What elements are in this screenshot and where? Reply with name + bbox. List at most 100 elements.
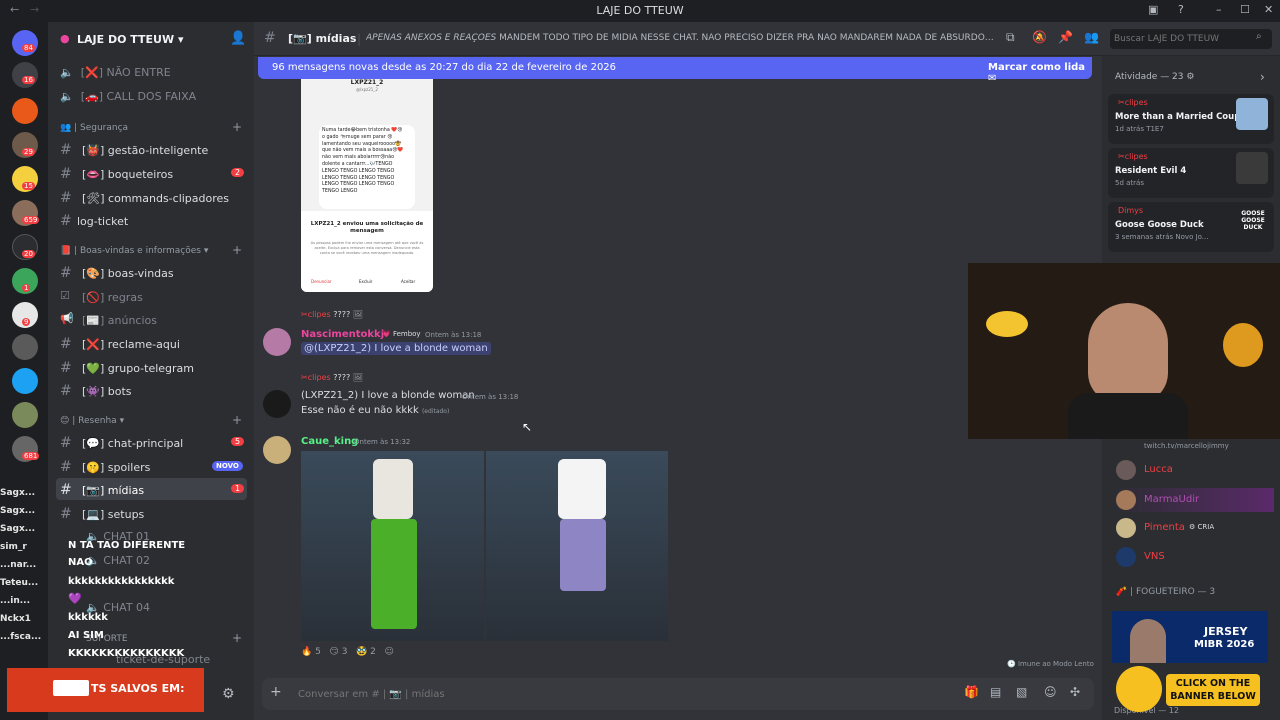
chevron-right-icon[interactable]: › — [1260, 70, 1265, 84]
hash-icon: # — [60, 336, 72, 352]
help-icon[interactable]: ? — [1178, 3, 1184, 16]
channel-topic[interactable]: APENAS ANEXOS E REAÇÕES MANDEM TODO TIPO… — [366, 33, 994, 43]
threads-icon[interactable]: ⧉ — [1006, 30, 1015, 45]
reply-preview[interactable]: ✂clipes ???? 🖼 — [301, 373, 363, 382]
figure-shorts — [560, 519, 606, 591]
overlay-logo — [53, 680, 89, 696]
member-name[interactable]: VNS — [1144, 551, 1165, 562]
phone-line: LENGO TENGO LENGO TENGO — [322, 168, 395, 174]
add-channel-icon[interactable]: + — [232, 631, 242, 645]
click-banner-ad[interactable]: CLICK ON THE BANNER BELOW — [1166, 674, 1260, 706]
message-composer[interactable]: + 🎁 ▤ ▧ ☺ ✣ — [262, 678, 1094, 710]
add-friend-icon[interactable]: 👤 — [230, 31, 246, 46]
server-icon[interactable] — [12, 368, 38, 394]
attach-plus-icon[interactable]: + — [270, 684, 282, 700]
new-messages-banner[interactable]: 96 mensagens novas desde as 20:27 do dia… — [258, 57, 1092, 84]
inbox-icon[interactable]: ▣ — [1148, 3, 1158, 16]
member-list-icon[interactable]: 👥 — [1084, 30, 1099, 44]
member-name[interactable]: Pimenta — [1144, 522, 1185, 533]
reply-preview[interactable]: ✂clipes ???? 🖼 — [301, 310, 363, 319]
message-author[interactable]: Caue_king — [301, 436, 358, 447]
emoji-icon[interactable]: ☺ — [1044, 685, 1057, 699]
server-icon[interactable] — [12, 98, 38, 124]
avatar[interactable] — [1116, 460, 1136, 480]
window-title: LAJE DO TTEUW — [596, 4, 684, 17]
server-icon[interactable] — [12, 62, 38, 88]
slowmode-notice: 🕒 Imune ao Modo Lento — [1007, 660, 1094, 668]
stream-overlay-banner: TS SALVOS EM: — [7, 668, 204, 712]
avatar[interactable] — [1116, 490, 1136, 510]
avatar[interactable] — [263, 328, 291, 356]
activity-card[interactable]: Dimys Goose Goose Duck 3 semanas atrás N… — [1108, 202, 1274, 252]
ad-line: BANNER BELOW — [1170, 691, 1256, 702]
title-bar: ← → LAJE DO TTEUW ▣ ? – ☐ ✕ — [0, 0, 1280, 22]
add-channel-icon[interactable]: + — [232, 413, 242, 427]
reaction-emoji-icon[interactable]: 🥸 — [356, 647, 367, 657]
server-icon[interactable] — [12, 334, 38, 360]
speaker-icon: 🔈 — [60, 90, 74, 103]
category-seguranca[interactable]: 👥 | Segurança — [60, 123, 128, 133]
avatar[interactable] — [1116, 547, 1136, 567]
chat-username: ...nar... — [0, 560, 37, 570]
search-box[interactable]: ⌕ — [1110, 29, 1272, 49]
channel-label: [👄] boqueteiros — [82, 168, 174, 181]
voice-channel-nao-entre[interactable]: 🔈 [❌] NÃO ENTRE — [60, 66, 171, 79]
activity-card[interactable]: ✂clipes Resident Evil 4 5d atrás — [1108, 148, 1274, 198]
reaction-fire-icon[interactable]: 🔥 — [301, 647, 312, 657]
search-input[interactable] — [1114, 31, 1250, 47]
image-attachment-green-pants[interactable] — [301, 451, 484, 641]
mute-icon[interactable]: 🔕 — [1032, 30, 1047, 44]
member-name[interactable]: Lucca — [1144, 464, 1173, 475]
gif-icon[interactable]: ▤ — [990, 685, 1001, 699]
channel-label: [👹] gestão-inteligente — [82, 144, 209, 157]
gift-icon[interactable]: 🎁 — [964, 685, 979, 699]
server-badge: 659 — [22, 216, 40, 224]
minimize-icon[interactable]: – — [1216, 3, 1222, 16]
home-button[interactable] — [12, 30, 38, 56]
member-name[interactable]: MarmaUdir — [1144, 494, 1199, 505]
activity-meta: 5d atrás — [1115, 179, 1144, 187]
reaction-face-icon[interactable]: 😏 — [329, 647, 338, 657]
avatar[interactable] — [1116, 518, 1136, 538]
phone-line: Numa tarde😂bem tristonha ❤️😢 — [322, 128, 403, 133]
chat-username: Sagx... — [0, 524, 36, 534]
report-label: Denunciar — [311, 279, 332, 284]
announcement-icon: 📢 — [60, 312, 74, 325]
mark-as-read-button[interactable]: Marcar como lida ✉ — [988, 62, 1092, 84]
avatar[interactable] — [263, 436, 291, 464]
voice-channel-call-dos-faixa[interactable]: 🔈 [🚗] CALL DOS FAIXA — [60, 90, 196, 103]
pin-icon[interactable]: 📌 — [1058, 30, 1073, 44]
hash-icon: # — [264, 30, 276, 46]
channel-label: log-ticket — [77, 215, 129, 228]
unread-badge: 1 — [231, 484, 245, 493]
message-time: Ontem às 13:32 — [354, 438, 411, 446]
apps-icon[interactable]: ✣ — [1070, 685, 1080, 699]
maximize-icon[interactable]: ☐ — [1240, 3, 1250, 16]
add-reaction-icon[interactable]: ☺ — [384, 647, 393, 657]
stream-chat-line: N TA TAO DIFERENTE — [68, 540, 186, 551]
category-resenha[interactable]: 😊 | Resenha ▾ — [60, 416, 124, 426]
avatar[interactable] — [263, 390, 291, 418]
message-input[interactable] — [298, 686, 938, 702]
ad-line: CLICK ON THE — [1175, 678, 1251, 689]
server-icon[interactable] — [12, 402, 38, 428]
server-name[interactable]: LAJE DO TTEUW ▾ — [77, 33, 183, 46]
accept-label: Aceitar — [401, 279, 416, 284]
reactions-row[interactable]: 🔥 5 😏 3 🥸 2 ☺ — [301, 647, 394, 657]
message-text: @(LXPZ21_2) I love a blonde woman — [301, 342, 491, 355]
add-channel-icon[interactable]: + — [232, 120, 242, 134]
voice-channel-chat-02[interactable]: 🔈 CHAT 02 — [86, 554, 150, 567]
image-attachment-phone[interactable]: LXPZ21_2 @lxpz21_2 Numa tarde😂bem tristo… — [301, 79, 433, 292]
image-attachment-purple-shorts[interactable] — [486, 451, 668, 641]
category-boas-vindas[interactable]: 📕 | Boas-vindas e informações ▾ — [60, 246, 208, 256]
hash-icon: # — [60, 265, 72, 281]
close-icon[interactable]: ✕ — [1264, 3, 1273, 16]
message-author[interactable]: Nascimentokkj — [301, 329, 384, 340]
settings-gear-icon[interactable]: ⚙ — [222, 686, 235, 702]
stream-chat-line: KKKKKKKKKKKKKKK — [68, 648, 185, 659]
sticker-icon[interactable]: ▧ — [1016, 685, 1027, 699]
reply-text: ???? — [333, 373, 351, 382]
jersey-ad-banner[interactable]: JERSEY MIBR 2026 — [1112, 611, 1268, 663]
add-channel-icon[interactable]: + — [232, 243, 242, 257]
activity-card[interactable]: ✂clipes More than a Married Coupl... 1d … — [1108, 94, 1274, 144]
